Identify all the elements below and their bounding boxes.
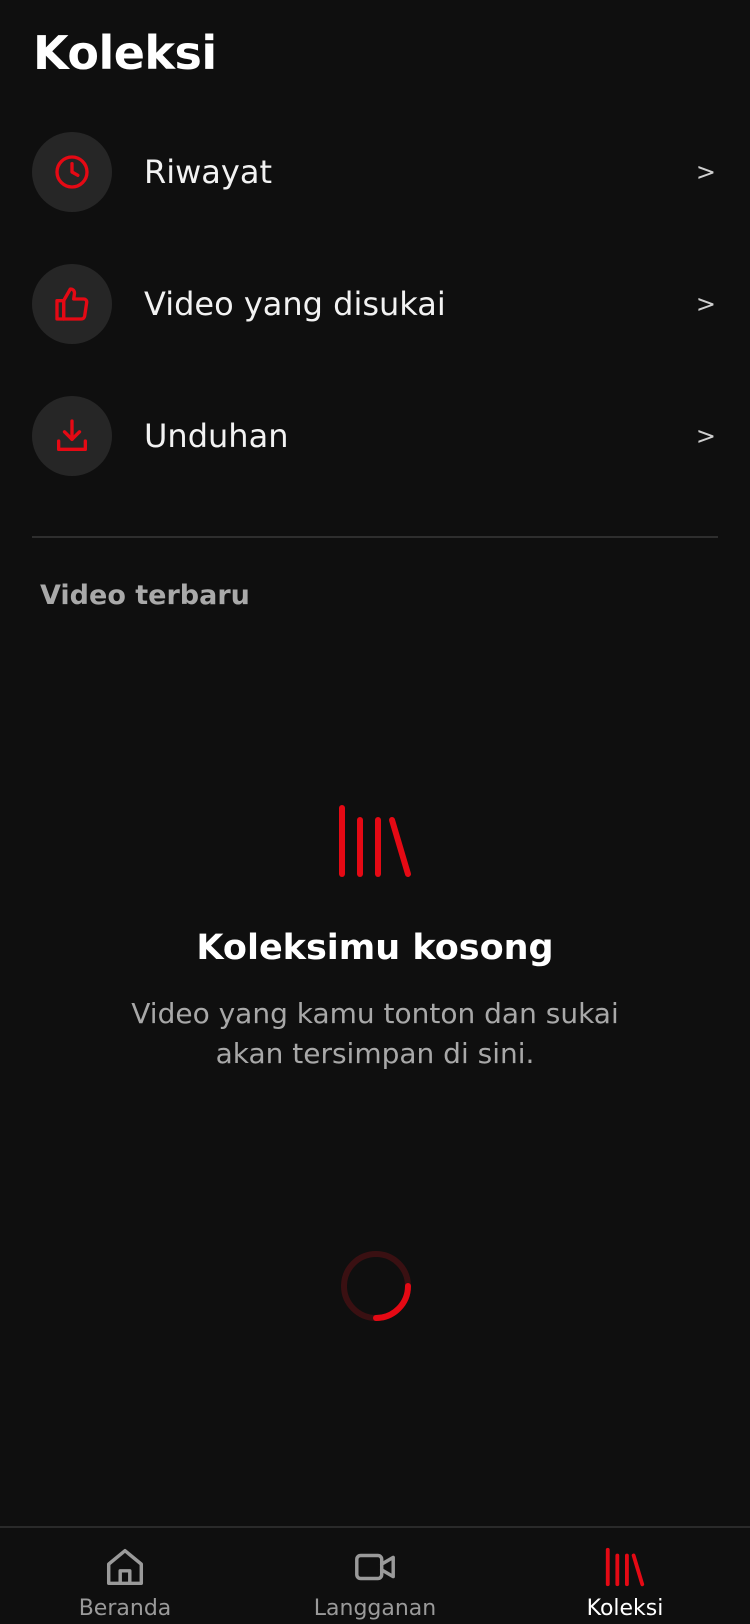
library-icon: [605, 1547, 645, 1587]
empty-state-description: Video yang kamu tonton dan sukai akan te…: [131, 997, 619, 1070]
chevron-right-icon: >: [695, 422, 716, 450]
menu-item-label: Riwayat: [144, 153, 272, 191]
nav-item-home[interactable]: Beranda: [0, 1528, 250, 1624]
empty-state-title: Koleksimu kosong: [196, 928, 554, 968]
home-icon: [106, 1548, 144, 1586]
thumbs-up-icon: [55, 287, 89, 321]
menu-item-label: Unduhan: [144, 417, 289, 455]
nav-label: Koleksi: [586, 1596, 664, 1621]
nav-label: Langganan: [313, 1596, 437, 1621]
liked-icon-circle: [32, 264, 112, 344]
nav-item-subscriptions[interactable]: Langganan: [250, 1528, 500, 1624]
nav-item-collection[interactable]: Koleksi: [500, 1528, 750, 1624]
collection-screen: Koleksi Riwayat > Video yang disukai > U…: [0, 0, 750, 1624]
menu-item-history[interactable]: Riwayat >: [32, 132, 718, 212]
chevron-right-icon: >: [695, 290, 716, 318]
clock-icon: [55, 155, 89, 189]
video-camera-icon: [355, 1553, 395, 1581]
menu-item-label: Video yang disukai: [144, 285, 446, 323]
bottom-navigation: Beranda Langganan Koleksi: [0, 1526, 750, 1624]
section-divider: [32, 536, 718, 538]
library-icon: [339, 805, 411, 877]
section-title-recent-videos: Video terbaru: [40, 580, 250, 611]
chevron-right-icon: >: [695, 158, 716, 186]
history-icon-circle: [32, 132, 112, 212]
download-icon: [57, 419, 88, 451]
downloads-icon-circle: [32, 396, 112, 476]
nav-label: Beranda: [78, 1596, 172, 1621]
page-title: Koleksi: [33, 26, 217, 80]
menu-item-downloads[interactable]: Unduhan >: [32, 396, 718, 476]
spinner-icon: [341, 1251, 411, 1321]
menu-item-liked-videos[interactable]: Video yang disukai >: [32, 264, 718, 344]
